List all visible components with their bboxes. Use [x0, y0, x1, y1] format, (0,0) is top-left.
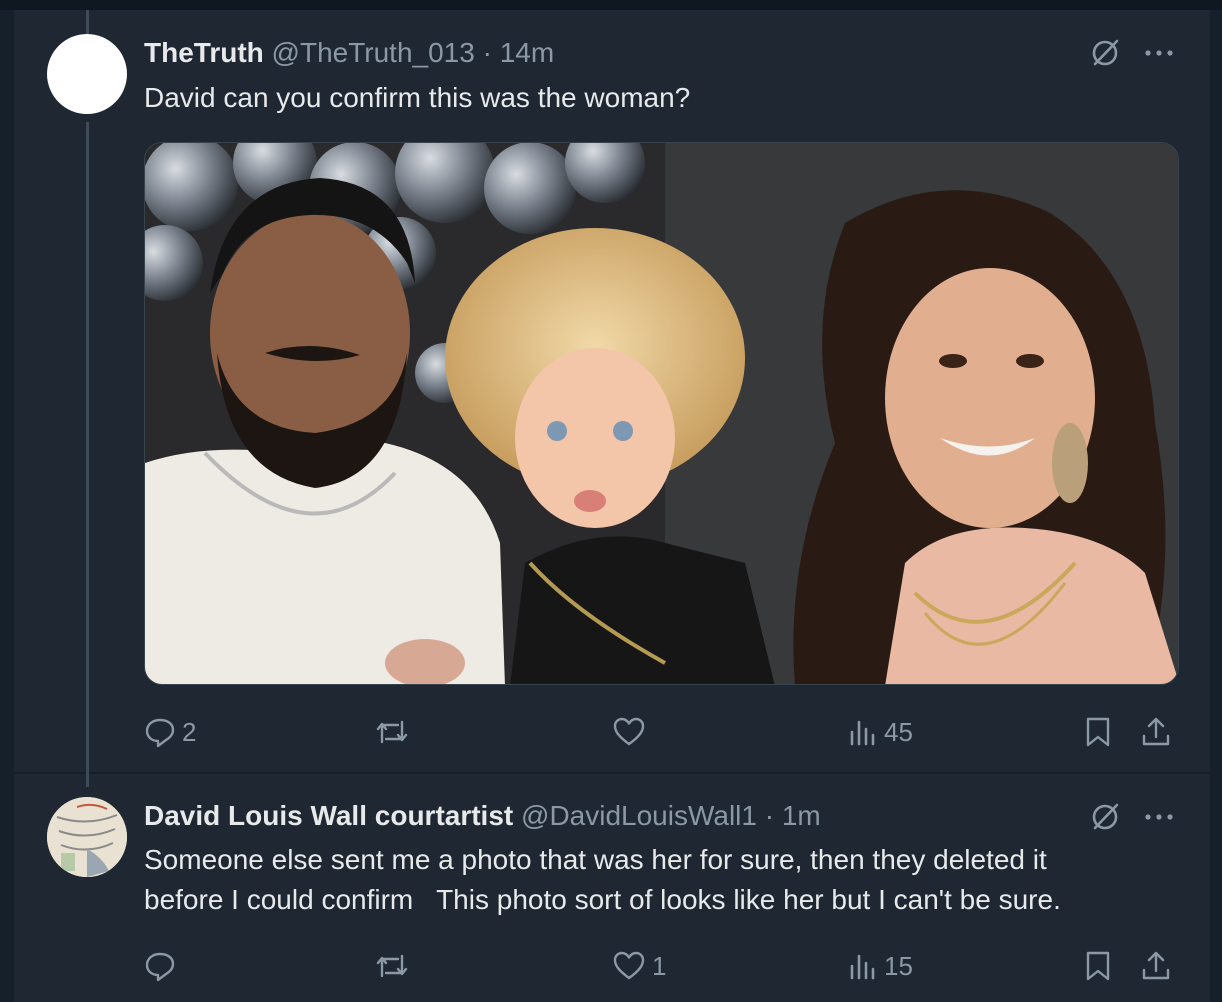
repost-button[interactable]	[374, 946, 416, 986]
top-strip	[0, 0, 1222, 10]
grok-icon[interactable]	[1090, 38, 1120, 68]
tweet-header: TheTruth @TheTruth_013 · 14m	[144, 36, 554, 70]
like-icon	[612, 716, 646, 748]
thread-connector-line	[86, 122, 89, 787]
tweet-top-right-actions	[1090, 38, 1174, 68]
separator: ·	[764, 800, 775, 831]
separator: ·	[482, 37, 492, 68]
timestamp[interactable]: 14m	[500, 37, 554, 68]
tweet-text-line: before I could confirm This photo sort o…	[144, 884, 1061, 915]
avatar-thetruth[interactable]	[47, 34, 127, 114]
tweet-action-bar: 1 15	[144, 946, 1184, 986]
repost-button[interactable]	[374, 712, 416, 752]
views-icon	[848, 950, 878, 982]
avatar-david[interactable]	[47, 797, 127, 877]
tweet-text: David can you confirm this was the woman…	[144, 82, 691, 113]
views-button[interactable]: 45	[848, 712, 913, 752]
view-count: 15	[884, 950, 913, 981]
handle[interactable]: @TheTruth_013	[272, 37, 475, 68]
share-icon	[1140, 716, 1172, 748]
thread-line-top	[86, 10, 89, 34]
bookmark-icon	[1084, 716, 1112, 748]
like-count: 1	[652, 950, 667, 981]
like-button[interactable]: 1	[612, 946, 666, 986]
bookmark-button[interactable]	[1084, 946, 1112, 986]
bookmark-button[interactable]	[1084, 712, 1112, 752]
more-icon[interactable]	[1144, 812, 1174, 822]
tweet-top-right-actions	[1090, 802, 1174, 832]
tweet-action-bar: 2 45	[144, 712, 1184, 752]
reply-count: 2	[182, 716, 197, 747]
reply-icon	[144, 716, 176, 748]
more-icon[interactable]	[1144, 48, 1174, 58]
like-button[interactable]	[612, 712, 652, 752]
share-button[interactable]	[1140, 712, 1172, 752]
views-icon	[848, 716, 878, 748]
share-button[interactable]	[1140, 946, 1172, 986]
reply-button[interactable]: 2	[144, 712, 196, 752]
repost-icon	[374, 716, 410, 748]
handle[interactable]: @DavidLouisWall1	[521, 800, 757, 831]
display-name[interactable]: David Louis Wall courtartist	[144, 800, 513, 831]
reply-button[interactable]	[144, 946, 182, 986]
timestamp[interactable]: 1m	[782, 800, 821, 831]
like-icon	[612, 950, 646, 982]
bookmark-icon	[1084, 950, 1112, 982]
share-icon	[1140, 950, 1172, 982]
tweet-header: David Louis Wall courtartist @DavidLouis…	[144, 799, 821, 833]
tweet-text-line: Someone else sent me a photo that was he…	[144, 844, 1047, 875]
repost-icon	[374, 950, 410, 982]
reply-icon	[144, 950, 176, 982]
view-count: 45	[884, 716, 913, 747]
display-name[interactable]: TheTruth	[144, 37, 264, 68]
views-button[interactable]: 15	[848, 946, 913, 986]
grok-icon[interactable]	[1090, 802, 1120, 832]
tweet-text: Someone else sent me a photo that was he…	[144, 840, 1174, 920]
tweet-photo[interactable]	[144, 142, 1179, 685]
